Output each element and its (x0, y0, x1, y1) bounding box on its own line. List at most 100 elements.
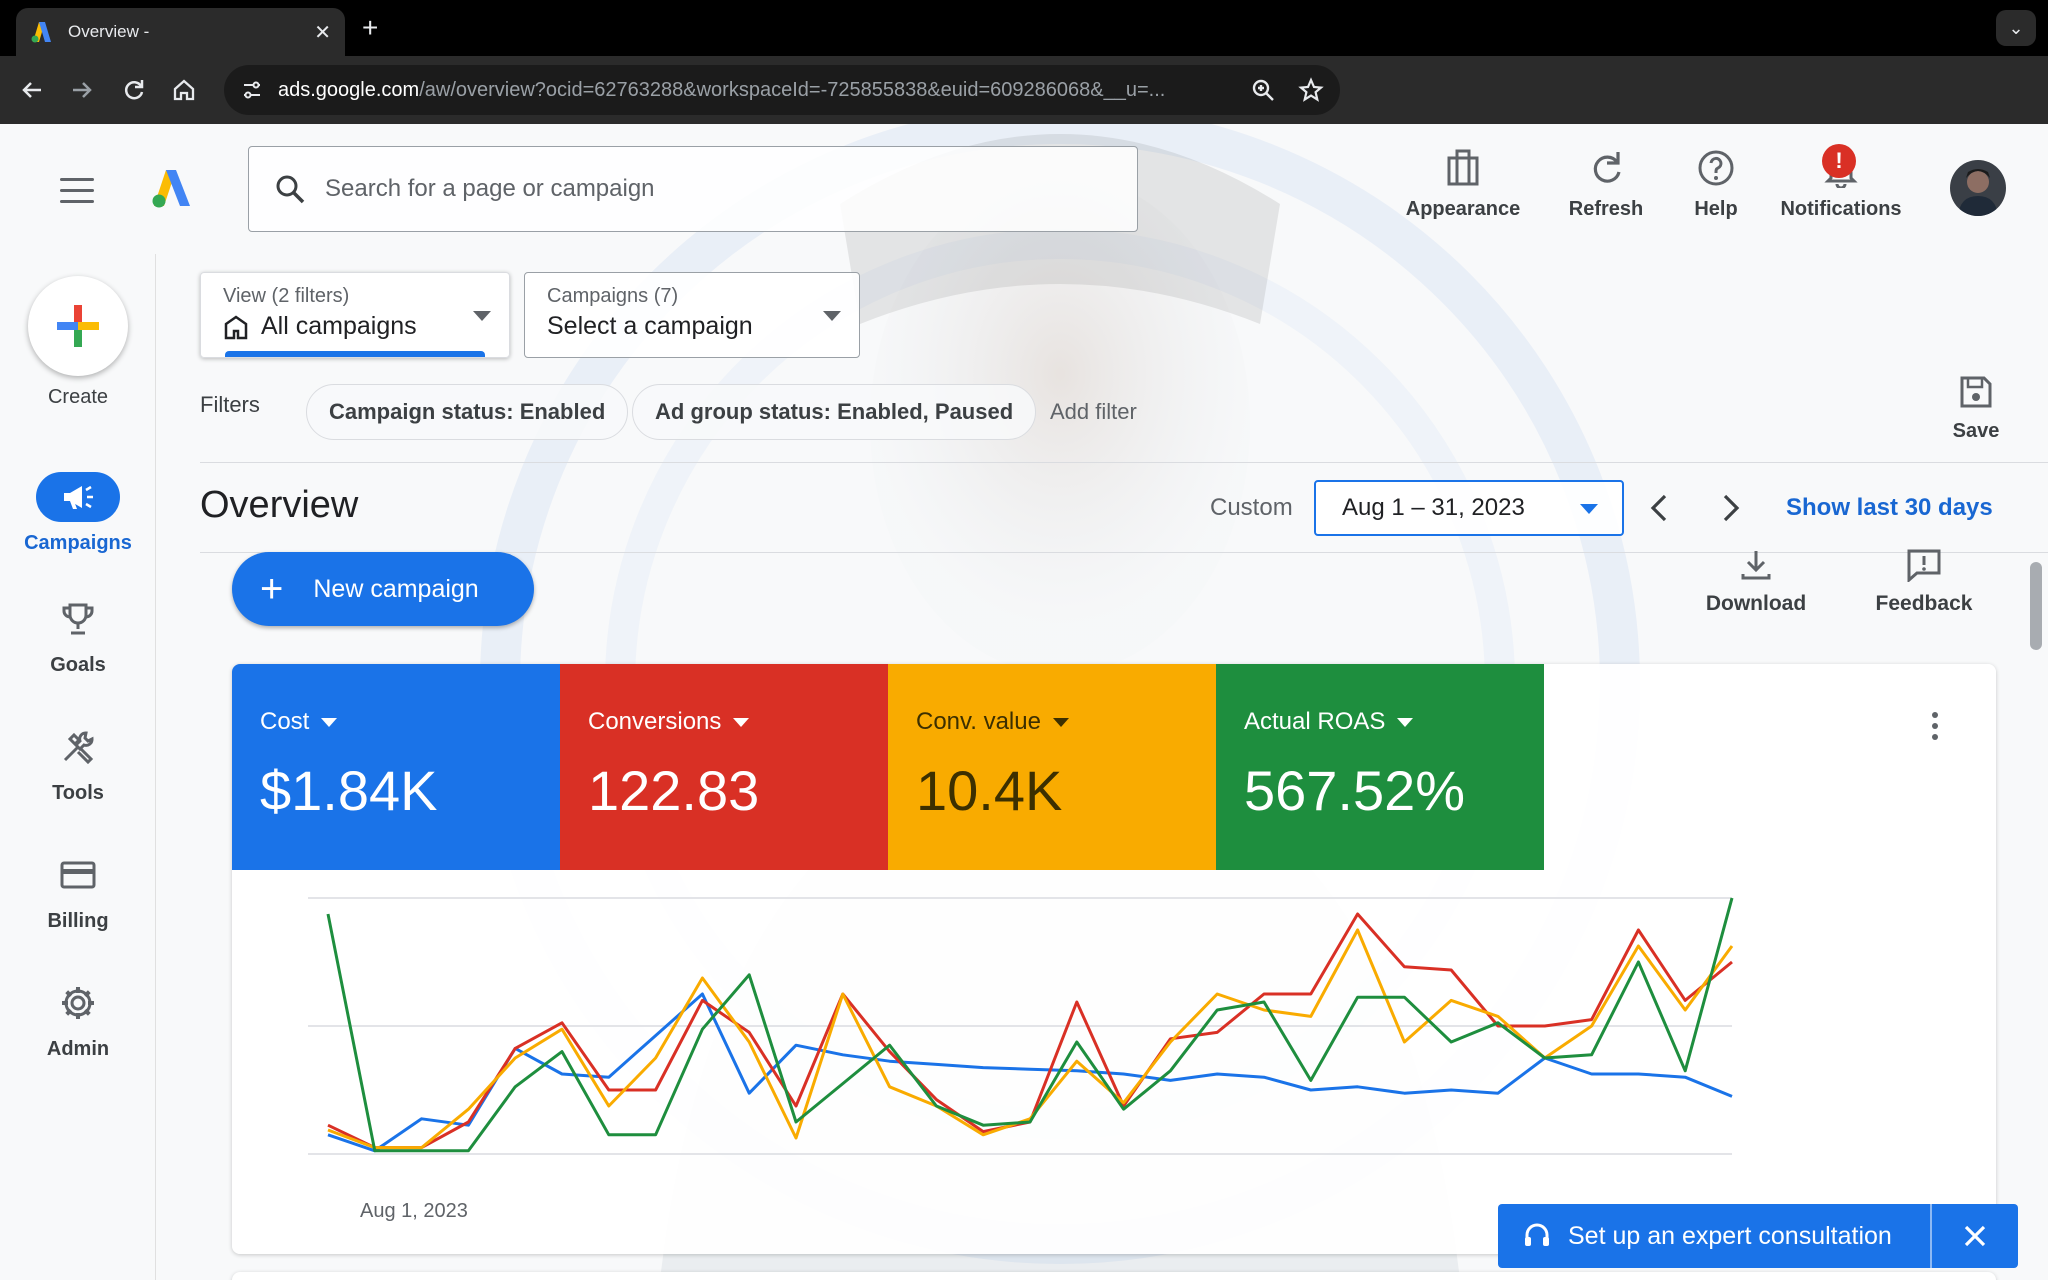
sidebar-item-label: Campaigns (24, 532, 132, 554)
chevron-left-icon[interactable] (1640, 488, 1680, 528)
date-range-value: Aug 1 – 31, 2023 (1342, 494, 1525, 521)
reload-icon[interactable] (118, 74, 150, 106)
metric-value: $1.84K (260, 759, 438, 822)
chevron-down-icon[interactable] (733, 717, 750, 727)
chevron-down-icon[interactable] (1052, 717, 1069, 727)
view-selector[interactable]: View (2 filters) All campaigns (200, 272, 510, 358)
download-icon (1741, 551, 1771, 580)
performance-chart-card: Cost $1.84K Conversions 122.83 Conv. val… (232, 664, 1996, 1254)
performance-line-chart (308, 897, 1734, 1155)
chart-series-line-0 (327, 992, 1733, 1153)
campaign-count: Campaigns (7) (547, 285, 679, 307)
tab-title: Overview - (68, 22, 150, 41)
sidebar-item-campaigns[interactable]: Campaigns (0, 472, 156, 555)
chevron-down-icon[interactable] (1397, 717, 1414, 727)
megaphone-icon (64, 485, 93, 509)
browser-tab[interactable]: Overview - ✕ (16, 8, 345, 56)
refresh-button[interactable]: Refresh (1556, 142, 1656, 242)
appearance-button[interactable]: Appearance (1398, 142, 1528, 242)
notifications-button[interactable]: ! Notifications (1774, 142, 1908, 242)
create-label: Create (47, 386, 109, 408)
zoom-icon[interactable] (1250, 77, 1276, 103)
filters-divider (200, 462, 2048, 463)
chart-series-line-1 (327, 912, 1733, 1150)
trophy-icon (62, 603, 94, 635)
metric-value: 10.4K (916, 759, 1063, 822)
filter-chip-campaign-status[interactable]: Campaign status: Enabled (306, 384, 629, 440)
sidebar-item-tools[interactable]: Tools (0, 722, 156, 805)
chevron-down-icon (473, 311, 491, 321)
active-underline (225, 351, 485, 357)
sidebar-item-admin[interactable]: Admin (0, 978, 156, 1061)
download-button[interactable]: Download (1704, 548, 1808, 616)
billing-pill (36, 850, 120, 900)
google-ads-logo-icon[interactable] (150, 168, 194, 208)
credit-card-icon (60, 861, 96, 889)
metric-tile-conv-value[interactable]: Conv. value 10.4K (888, 664, 1216, 870)
expert-consultation-banner[interactable]: Set up an expert consultation (1498, 1204, 2018, 1268)
tab-close-icon[interactable]: ✕ (314, 20, 331, 45)
chevron-down-icon (1580, 504, 1598, 514)
plus-icon: + (260, 567, 284, 611)
site-info-icon[interactable] (240, 78, 264, 102)
campaign-selector[interactable]: Campaigns (7) Select a campaign (524, 272, 860, 358)
create-label-wrap: Create (0, 386, 156, 409)
url-text: ads.google.com/aw/overview?ocid=62763288… (278, 78, 1166, 101)
chevron-right-icon[interactable] (1710, 488, 1750, 528)
consultation-text: Set up an expert consultation (1568, 1221, 1892, 1250)
address-bar[interactable]: ads.google.com/aw/overview?ocid=62763288… (224, 65, 1340, 115)
building-icon (224, 314, 248, 339)
save-icon (1960, 376, 1992, 408)
account-avatar[interactable] (1950, 160, 2006, 216)
help-icon (1698, 150, 1734, 186)
search-icon (276, 175, 305, 204)
campaigns-pill (36, 472, 120, 522)
search-input[interactable] (325, 175, 1113, 203)
main-menu-icon[interactable] (60, 178, 94, 204)
chart-more-options-icon[interactable] (1932, 712, 1940, 745)
close-icon[interactable] (1932, 1204, 2018, 1268)
metric-tile-actual-roas[interactable]: Actual ROAS 567.52% (1216, 664, 1544, 870)
view-filter-count: View (2 filters) (223, 285, 350, 307)
vertical-scrollbar[interactable] (2030, 562, 2042, 650)
show-last-30-days-link[interactable]: Show last 30 days (1786, 494, 1993, 522)
create-button[interactable] (28, 276, 128, 376)
help-button[interactable]: Help (1676, 142, 1756, 242)
next-card (232, 1272, 1996, 1280)
browser-toolbar: ads.google.com/aw/overview?ocid=62763288… (0, 56, 2048, 166)
filter-chip-ad-group-status[interactable]: Ad group status: Enabled, Paused (632, 384, 1037, 440)
metric-tile-cost[interactable]: Cost $1.84K (232, 664, 560, 870)
search-bar[interactable] (248, 146, 1138, 232)
tools-pill (36, 722, 120, 772)
date-range-picker[interactable]: Aug 1 – 31, 2023 (1314, 480, 1624, 536)
page-title: Overview (200, 484, 359, 526)
sidebar-item-billing[interactable]: Billing (0, 850, 156, 933)
sidebar-item-label: Admin (46, 1038, 110, 1060)
home-icon[interactable] (168, 74, 200, 106)
metric-value: 122.83 (588, 759, 760, 822)
goals-pill (36, 594, 120, 644)
new-campaign-button[interactable]: + New campaign (232, 552, 534, 626)
google-plus-icon (57, 305, 99, 347)
back-arrow-icon[interactable] (16, 74, 48, 106)
filters-label: Filters (200, 392, 260, 417)
campaign-selector-value: Select a campaign (547, 312, 753, 340)
browser-tab-strip: Overview - ✕ + ⌄ (0, 0, 2048, 56)
view-selector-value: All campaigns (261, 312, 417, 340)
feedback-icon (1907, 549, 1941, 582)
sidebar-item-label: Tools (52, 782, 104, 804)
sidebar-item-goals[interactable]: Goals (0, 594, 156, 677)
save-button[interactable]: Save (1948, 374, 2004, 443)
new-tab-button[interactable]: + (362, 12, 378, 44)
tools-icon (63, 731, 94, 765)
admin-pill (36, 978, 120, 1028)
headset-icon (1525, 1223, 1549, 1246)
metric-tile-conversions[interactable]: Conversions 122.83 (560, 664, 888, 870)
sidebar-item-label: Goals (50, 654, 106, 676)
forward-arrow-icon[interactable] (66, 74, 98, 106)
tab-search-chevron-icon[interactable]: ⌄ (1996, 10, 2036, 46)
bookmark-star-icon[interactable] (1298, 77, 1324, 103)
feedback-button[interactable]: Feedback (1872, 548, 1976, 616)
chevron-down-icon[interactable] (321, 717, 338, 727)
add-filter-button[interactable]: Add filter (1050, 399, 1137, 425)
